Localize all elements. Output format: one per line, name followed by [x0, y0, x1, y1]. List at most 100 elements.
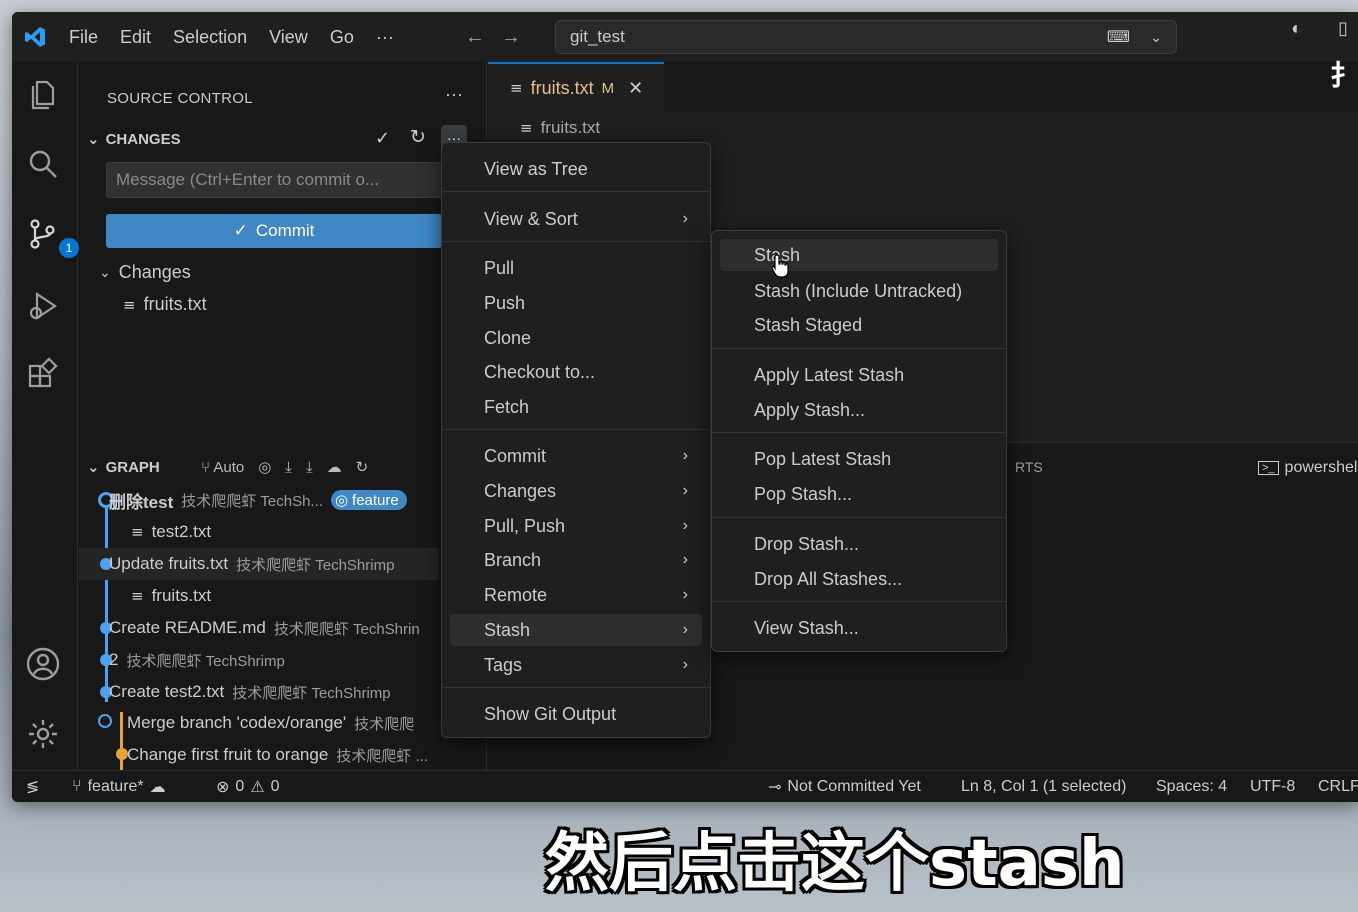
pull-icon[interactable]: ⤓	[306, 459, 313, 476]
source-control-sidebar: SOURCE CONTROL ··· ⌄ CHANGES ✓ ↻ ··· Mes…	[79, 62, 487, 770]
menu-branch[interactable]: Branch ›	[450, 544, 702, 576]
account-icon[interactable]	[25, 646, 63, 684]
menu-remote[interactable]: Remote ›	[450, 579, 702, 611]
menu-selection[interactable]: Selection	[173, 27, 247, 48]
menu-item-label: Tags	[484, 654, 523, 675]
branch-badge[interactable]: ◎ feature	[330, 490, 407, 510]
explorer-icon[interactable]	[25, 76, 63, 114]
copilot-icon[interactable]: ◐	[1291, 18, 1302, 39]
graph-commit-row[interactable]: Update fruits.txt 技术爬爬虾 TechShrimp	[109, 549, 394, 579]
menu-item-label: Pop Latest Stash	[754, 448, 892, 469]
fetch-icon[interactable]: ⤓	[285, 459, 292, 476]
close-icon[interactable]: ✕	[628, 78, 643, 99]
menu-pull[interactable]: Pull	[450, 252, 702, 284]
indentation-status[interactable]: Spaces: 4	[1156, 778, 1227, 796]
submenu-stash-include-untracked[interactable]: Stash (Include Untracked)	[720, 275, 998, 307]
menu-view[interactable]: View	[269, 27, 308, 48]
submenu-pop-latest-stash[interactable]: Pop Latest Stash	[720, 443, 998, 475]
graph-commit-row[interactable]: Change first fruit to orange 技术爬爬虾 ...	[127, 740, 428, 770]
submenu-apply-stash[interactable]: Apply Stash...	[720, 394, 998, 426]
menu-clone[interactable]: Clone	[450, 322, 702, 354]
encoding-status[interactable]: UTF-8	[1250, 778, 1295, 796]
graph-commit-row[interactable]: Create README.md 技术爬爬虾 TechShrin	[109, 613, 420, 643]
menu-item-label: View & Sort	[484, 208, 578, 229]
problems-status[interactable]: ⊗ 0 ⚠ 0	[216, 777, 280, 797]
menu-pull-push[interactable]: Pull, Push ›	[450, 510, 702, 542]
chevron-right-icon: ›	[682, 447, 688, 464]
panel-tab-ports[interactable]: RTS	[1015, 459, 1043, 475]
changes-group[interactable]: ⌄ Changes	[99, 262, 191, 283]
blame-status[interactable]: ⊸ Not Committed Yet	[768, 777, 921, 797]
changes-section-header[interactable]: ⌄ CHANGES	[87, 130, 181, 149]
vscode-logo-icon	[12, 12, 58, 62]
menu-push[interactable]: Push	[450, 287, 702, 319]
chevron-down-icon: ⌄	[99, 264, 111, 280]
menu-show-git-output[interactable]: Show Git Output	[450, 698, 702, 730]
menu-go[interactable]: Go	[330, 27, 354, 48]
commit-author: 技术爬爬虾 TechShrimp	[126, 652, 285, 670]
submenu-stash[interactable]: Stash	[720, 239, 998, 271]
commit-check-icon[interactable]: ✓	[375, 128, 390, 149]
forward-arrow-icon[interactable]: →	[501, 26, 521, 49]
layout-icon[interactable]: ▯	[1338, 18, 1348, 39]
back-arrow-icon[interactable]: ←	[465, 26, 485, 49]
menu-tags[interactable]: Tags ›	[450, 649, 702, 681]
menu-commit[interactable]: Commit ›	[450, 440, 702, 472]
cursor-position[interactable]: Ln 8, Col 1 (1 selected)	[961, 778, 1126, 796]
menu-item-label: Apply Latest Stash	[754, 364, 905, 385]
graph-file-row[interactable]: ≡ test2.txt	[131, 517, 211, 547]
chevron-right-icon: ›	[682, 482, 688, 499]
run-debug-icon[interactable]	[25, 288, 63, 326]
graph-commit-row[interactable]: 删除test 技术爬爬虾 TechSh... ◎ feature	[109, 485, 407, 515]
refresh-icon[interactable]: ↻	[410, 126, 426, 149]
graph-section-header[interactable]: ⌄ GRAPH	[87, 458, 160, 477]
command-center-search[interactable]: git_test ⌨ ⌄	[555, 20, 1177, 54]
sidebar-more-button[interactable]: ···	[445, 84, 463, 105]
search-icon[interactable]	[25, 146, 63, 184]
submenu-pop-stash[interactable]: Pop Stash...	[720, 478, 998, 510]
submenu-view-stash[interactable]: View Stash...	[720, 612, 998, 644]
submenu-drop-all-stashes[interactable]: Drop All Stashes...	[720, 563, 998, 595]
menu-view-sort[interactable]: View & Sort ›	[450, 203, 702, 235]
graph-file-row[interactable]: ≡ fruits.txt	[131, 581, 211, 611]
chevron-down-icon[interactable]: ⌄	[1150, 29, 1162, 46]
graph-commit-row[interactable]: Create test2.txt 技术爬爬虾 TechShrimp	[109, 677, 391, 707]
commit-author: 技术爬爬	[354, 715, 415, 733]
eol-status[interactable]: CRLF	[1318, 778, 1358, 796]
commit-author: 技术爬爬虾 TechSh...	[181, 492, 323, 510]
menu-edit[interactable]: Edit	[120, 27, 151, 48]
menu-more[interactable]: ···	[376, 27, 394, 48]
branch-status[interactable]: ⑂ feature* ☁	[72, 777, 166, 797]
changed-file-row[interactable]: ≡ fruits.txt	[123, 294, 207, 315]
cloud-sync-icon[interactable]: ☁	[150, 777, 166, 797]
graph-commit-row[interactable]: 2 技术爬爬虾 TechShrimp	[109, 645, 285, 675]
breadcrumb[interactable]: ≡ fruits.txt	[520, 118, 600, 138]
source-control-icon[interactable]: 1	[25, 216, 79, 258]
sidebar-title: SOURCE CONTROL	[107, 90, 253, 107]
submenu-stash-staged[interactable]: Stash Staged	[720, 309, 998, 341]
tab-fruits-txt[interactable]: ≡ fruits.txt M ✕	[488, 62, 664, 112]
branch-auto-icon[interactable]: ⑂ Auto	[201, 459, 244, 476]
commit-button[interactable]: ✓ Commit	[106, 214, 442, 248]
settings-gear-icon[interactable]	[25, 716, 63, 754]
title-bar: File Edit Selection View Go ··· ← → git_…	[12, 12, 1358, 62]
activity-bar: 1	[12, 62, 79, 770]
cloud-push-icon[interactable]: ☁	[327, 458, 342, 476]
menu-item-label: Pull	[484, 257, 515, 278]
submenu-drop-stash[interactable]: Drop Stash...	[720, 528, 998, 560]
target-icon[interactable]: ◎	[258, 458, 271, 476]
submenu-apply-latest-stash[interactable]: Apply Latest Stash	[720, 359, 998, 391]
menu-stash[interactable]: Stash ›	[450, 614, 702, 646]
menu-file[interactable]: File	[69, 27, 98, 48]
terminal-tab[interactable]: >_ powershel	[1258, 459, 1357, 477]
remote-indicator-icon[interactable]: ≶	[26, 777, 39, 797]
refresh-icon[interactable]: ↻	[356, 458, 369, 476]
menu-view-as-tree[interactable]: View as Tree	[450, 153, 702, 185]
graph-commit-row[interactable]: Merge branch 'codex/orange' 技术爬爬	[127, 708, 414, 738]
menu-checkout[interactable]: Checkout to...	[450, 356, 702, 388]
menu-fetch[interactable]: Fetch	[450, 391, 702, 423]
copilot-chat-icon[interactable]: ⌨	[1107, 27, 1130, 47]
menu-changes[interactable]: Changes ›	[450, 475, 702, 507]
commit-message-input[interactable]: Message (Ctrl+Enter to commit o...	[106, 162, 446, 198]
extensions-icon[interactable]	[25, 356, 63, 394]
